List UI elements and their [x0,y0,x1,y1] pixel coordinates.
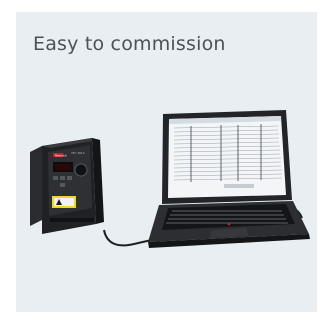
trackpoint [227,222,231,226]
frequency-inverter: Rexroth VFC 3610 [30,138,104,234]
device-model-label: VFC 3610 [71,151,85,155]
feature-card: Easy to commission Rexroth VFC 3610 [16,12,317,312]
commissioning-illustration: Rexroth VFC 3610 [30,110,310,248]
control-knob [74,163,88,177]
keypad-button [53,176,58,180]
keypad-button [60,183,65,187]
device-brand-label: Rexroth [55,154,67,158]
laptop [148,110,310,248]
keypad-button [67,176,72,180]
keypad-button [60,176,65,180]
